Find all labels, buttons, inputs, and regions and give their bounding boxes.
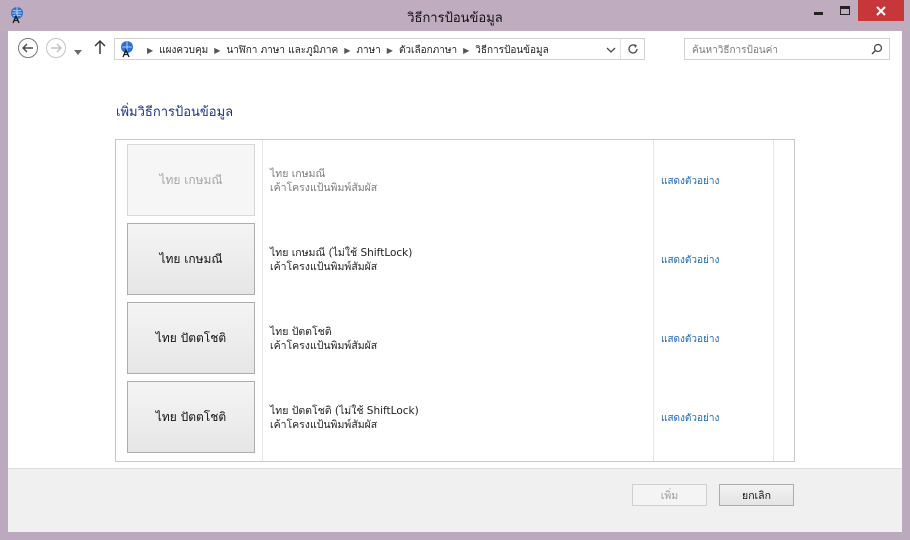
breadcrumb-item-language-options[interactable]: ตัวเลือกภาษา: [399, 43, 457, 58]
address-history-button[interactable]: [606, 43, 616, 56]
client-area: ▶ แผงควบคุม ▶ นาฬิกา ภาษา และภูมิภาค ▶ ภ…: [8, 31, 902, 532]
address-bar[interactable]: ▶ แผงควบคุม ▶ นาฬิกา ภาษา และภูมิภาค ▶ ภ…: [114, 38, 645, 60]
breadcrumb-item-language[interactable]: ภาษา: [356, 43, 380, 58]
search-input[interactable]: ค้นหาวิธีการป้อนค่า: [692, 43, 778, 58]
up-button[interactable]: [94, 39, 106, 58]
chevron-down-icon: [74, 50, 82, 55]
maximize-icon: [840, 6, 850, 15]
preview-link[interactable]: แสดงตัวอย่าง: [661, 411, 719, 426]
add-button[interactable]: เพิ่ม: [632, 484, 707, 506]
preview-link[interactable]: แสดงตัวอย่าง: [661, 253, 719, 268]
layout-button[interactable]: ไทย ปัตตโชติ: [127, 302, 255, 374]
page-title: เพิ่มวิธีการป้อนข้อมูล: [116, 105, 234, 120]
breadcrumb-item-control-panel[interactable]: แผงควบคุม: [159, 43, 208, 58]
breadcrumb-separator-icon[interactable]: ▶: [387, 46, 393, 55]
layout-info: ไทย เกษมณี (ไม่ใช้ ShiftLock) เค้าโครงแป…: [270, 246, 412, 274]
forward-button[interactable]: [46, 38, 66, 58]
title-bar[interactable]: วิธีการป้อนข้อมูล: [0, 0, 910, 31]
breadcrumb-separator-icon[interactable]: ▶: [463, 46, 469, 55]
breadcrumb-item-input-method[interactable]: วิธีการป้อนข้อมูล: [475, 43, 549, 58]
layout-description: เค้าโครงแป้นพิมพ์สัมผัส: [270, 419, 378, 431]
input-method-list: ไทย เกษมณี ไทย เกษมณี เค้าโครงแป้นพิมพ์ส…: [115, 139, 795, 462]
preview-link[interactable]: แสดงตัวอย่าง: [661, 174, 719, 189]
layout-button[interactable]: ไทย เกษมณี: [127, 223, 255, 295]
close-button[interactable]: [858, 0, 904, 21]
layout-name: ไทย ปัตตโชติ: [270, 326, 332, 338]
list-item: ไทย ปัตตโชติ ไทย ปัตตโชติ เค้าโครงแป้นพิ…: [116, 298, 794, 377]
minimize-icon: [814, 12, 823, 15]
forward-arrow-icon: [51, 43, 62, 53]
list-item: ไทย เกษมณี ไทย เกษมณี เค้าโครงแป้นพิมพ์ส…: [116, 140, 794, 219]
recent-locations-button[interactable]: [74, 45, 82, 58]
chevron-down-icon: [606, 47, 616, 53]
breadcrumb-separator-icon[interactable]: ▶: [344, 46, 350, 55]
navigation-bar: ▶ แผงควบคุม ▶ นาฬิกา ภาษา และภูมิภาค ▶ ภ…: [8, 31, 902, 67]
layout-description: เค้าโครงแป้นพิมพ์สัมผัส: [270, 182, 378, 194]
breadcrumb-separator-icon[interactable]: ▶: [214, 46, 220, 55]
list-item: ไทย เกษมณี ไทย เกษมณี (ไม่ใช้ ShiftLock)…: [116, 219, 794, 298]
layout-name: ไทย เกษมณี (ไม่ใช้ ShiftLock): [270, 247, 413, 259]
breadcrumb-item-clock-language-region[interactable]: นาฬิกา ภาษา และภูมิภาค: [226, 43, 338, 58]
layout-button[interactable]: ไทย ปัตตโชติ: [127, 381, 255, 453]
layout-name: ไทย เกษมณี: [270, 168, 326, 180]
breadcrumb-separator-icon[interactable]: ▶: [147, 46, 153, 55]
layout-button[interactable]: ไทย เกษมณี: [127, 144, 255, 216]
back-button[interactable]: [18, 38, 38, 58]
up-arrow-icon: [94, 39, 106, 54]
list-item: ไทย ปัตตโชติ ไทย ปัตตโชติ (ไม่ใช้ ShiftL…: [116, 377, 794, 456]
dialog-footer: เพิ่ม ยกเลิก: [8, 468, 902, 532]
layout-info: ไทย เกษมณี เค้าโครงแป้นพิมพ์สัมผัส: [270, 167, 377, 195]
layout-info: ไทย ปัตตโชติ เค้าโครงแป้นพิมพ์สัมผัส: [270, 325, 377, 353]
layout-name: ไทย ปัตตโชติ (ไม่ใช้ ShiftLock): [270, 405, 419, 417]
back-arrow-icon: [22, 43, 33, 53]
search-icon[interactable]: [871, 43, 883, 58]
window: วิธีการป้อนข้อมูล ▶ แผงควบคุม ▶ นาฬิกา ภ…: [0, 0, 910, 540]
maximize-button[interactable]: [832, 0, 858, 21]
refresh-button[interactable]: [620, 39, 644, 59]
language-keyboard-icon: [119, 40, 137, 58]
minimize-button[interactable]: [805, 0, 832, 21]
layout-description: เค้าโครงแป้นพิมพ์สัมผัส: [270, 261, 378, 273]
preview-link[interactable]: แสดงตัวอย่าง: [661, 332, 719, 347]
refresh-icon: [627, 44, 638, 54]
search-box[interactable]: ค้นหาวิธีการป้อนค่า: [684, 38, 890, 60]
window-title: วิธีการป้อนข้อมูล: [407, 11, 503, 26]
layout-info: ไทย ปัตตโชติ (ไม่ใช้ ShiftLock) เค้าโครง…: [270, 404, 419, 432]
close-icon: [876, 5, 886, 16]
cancel-button[interactable]: ยกเลิก: [719, 484, 794, 506]
layout-description: เค้าโครงแป้นพิมพ์สัมผัส: [270, 340, 378, 352]
breadcrumb: ▶ แผงควบคุม ▶ นาฬิกา ภาษา และภูมิภาค ▶ ภ…: [141, 43, 549, 58]
